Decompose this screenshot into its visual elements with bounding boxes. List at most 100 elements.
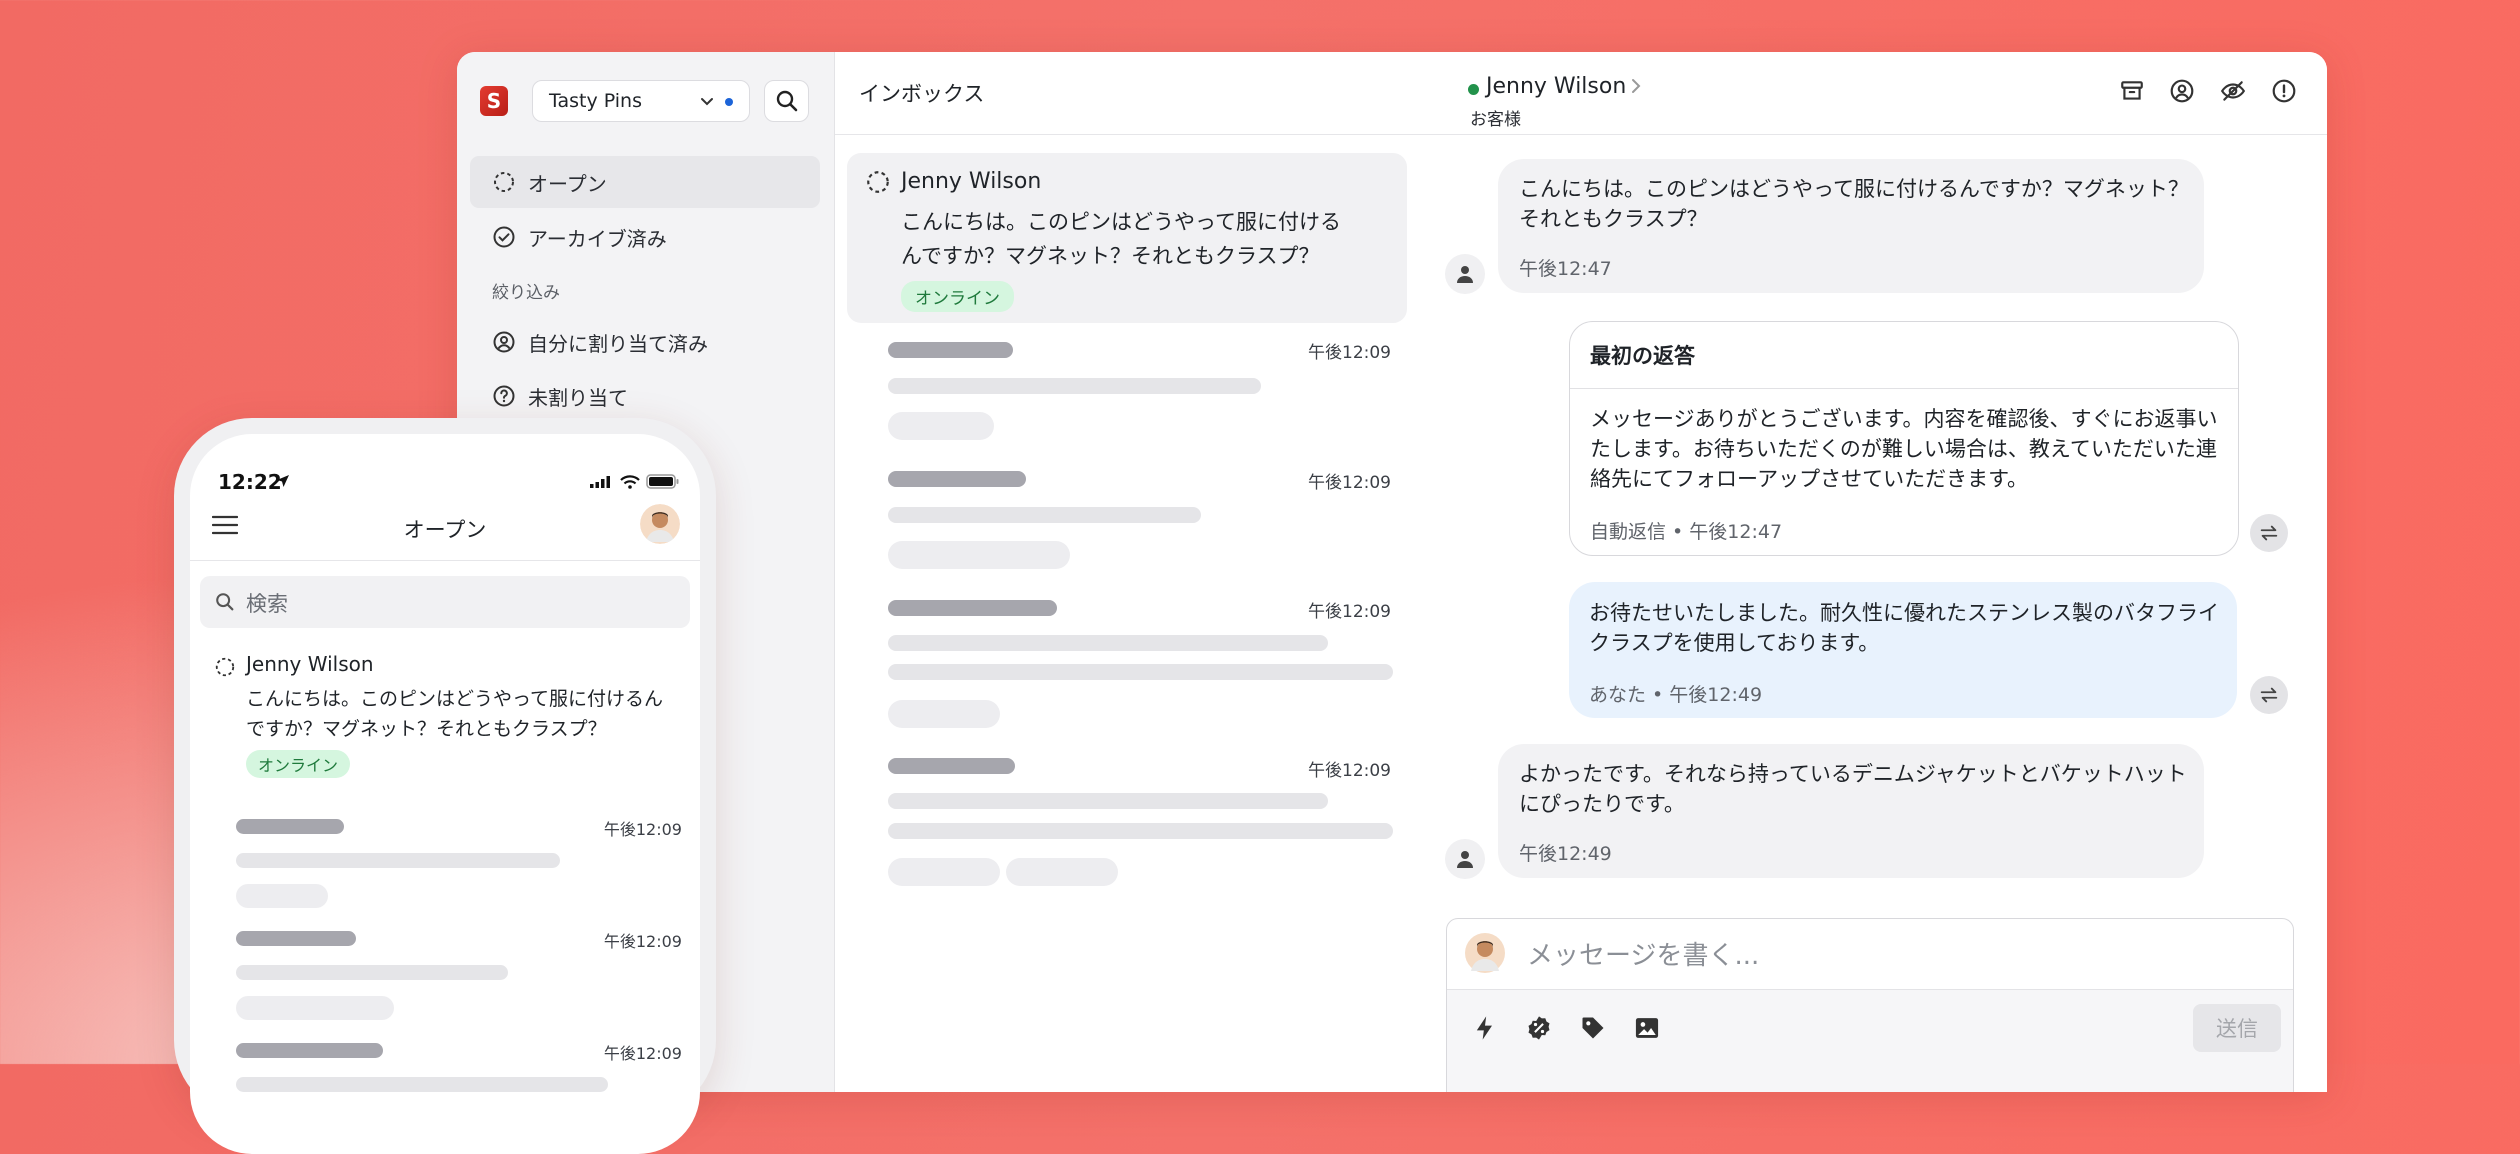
conversation-preview: こんにちは。このピンはどうやって服に付けるんですか？マグネット？それともクラスプ… [901,210,1341,268]
assign-user-icon[interactable] [2169,78,2195,108]
customer-role: お客様 [1470,110,1521,130]
message-time: 午後12:47 [1519,258,1612,280]
avatar[interactable] [640,504,680,544]
sidebar-item-unassigned[interactable]: 未割り当て [470,370,820,422]
filter-heading: 絞り込み [492,283,560,303]
skeleton-bar [888,600,1057,616]
conversation-panel: Jenny Wilson お客様 こんにちは。このピンはどうやって服に付けるんで… [1419,52,2327,1092]
sidebar-item-archived[interactable]: アーカイブ済み [470,211,820,263]
composer-toolbar: 送信 [1447,989,2293,1092]
skeleton-bar [888,793,1328,809]
person-icon [1457,266,1473,283]
skeleton-pill [236,884,328,908]
question-circle-icon [493,385,515,407]
skeleton-pill [888,412,994,440]
skeleton-bar [888,635,1328,651]
conversation-item-active[interactable]: Jenny Wilson こんにちは。このピンはどうやって服に付けるんですか？マ… [847,153,1407,323]
auto-reply-card: 最初の返答 メッセージありがとうございます。内容を確認後、すぐにお返事いたします… [1569,321,2239,556]
message-text: よかったです。それなら持っているデニムジャケットとバケットハットにぴったりです。 [1519,762,2187,816]
shop-selector[interactable]: Tasty Pins [532,80,750,122]
timestamp: 午後12:09 [603,820,682,839]
timestamp: 午後12:09 [1308,602,1391,622]
alert-icon[interactable] [2271,78,2297,108]
timestamp: 午後12:09 [1308,761,1391,781]
message-input[interactable]: メッセージを書く... [1527,935,1759,972]
swap-arrows-icon [2260,687,2278,703]
skeleton-bar [236,965,508,980]
skeleton-bar [236,931,356,946]
conversation-name: Jenny Wilson [246,652,374,676]
message-text: お待たせいたしました。耐久性に優れたステンレス製のバタフライクラスプを使用してお… [1589,601,2219,655]
sidebar-item-label: 自分に割り当て済み [528,331,708,356]
conversation-preview: こんにちは。このピンはどうやって服に付けるんですか？マグネット？それともクラスプ… [246,688,664,740]
conversation-header: Jenny Wilson お客様 [1419,52,2327,135]
divider [190,560,700,561]
loading-circle-icon [215,657,235,677]
location-arrow-icon [277,475,289,487]
skeleton-pill [1006,858,1118,886]
customer-avatar [1445,839,1485,879]
status-badge: オンライン [246,750,351,778]
skeleton-bar [888,507,1201,523]
sidebar-item-label: 未割り当て [528,385,628,410]
message-bubble-you: お待たせいたしました。耐久性に優れたステンレス製のバタフライクラスプを使用してお… [1569,582,2237,718]
message-bubble-customer: よかったです。それなら持っているデニムジャケットとバケットハットにぴったりです。… [1498,744,2204,878]
message-meta: あなた • 午後12:49 [1589,684,1763,706]
customer-avatar [1445,254,1485,294]
translate-button[interactable] [2250,514,2288,552]
notification-dot [725,98,733,106]
timestamp: 午後12:09 [1308,343,1391,363]
inbox-title: インボックス [835,52,1419,135]
discount-icon[interactable] [1525,1014,1553,1046]
translate-button[interactable] [2250,676,2288,714]
inbox-panel: インボックス Jenny Wilson こんにちは。このピンはどうやって服に付け… [834,52,1420,1092]
skeleton-bar [236,1043,383,1058]
signal-icon [590,476,610,488]
shop-name: Tasty Pins [549,90,642,112]
online-status-dot [1468,84,1479,95]
conversation-name: Jenny Wilson [901,169,1042,194]
search-placeholder: 検索 [246,592,288,616]
search-icon [216,593,234,611]
desktop-app-window: S Tasty Pins オープン アーカイブ済み 絞り込み 自分に割り当て済み… [457,52,2327,1092]
message-meta: 自動返信 • 午後12:47 [1590,521,1783,543]
lightning-icon[interactable] [1471,1014,1499,1046]
send-button[interactable]: 送信 [2193,1004,2281,1052]
wifi-icon [620,475,640,489]
status-bar-time: 12:22 [218,470,282,494]
skeleton-pill [888,700,1000,728]
auto-reply-title: 最初の返答 [1570,322,2238,389]
chevron-down-icon [699,93,715,113]
sidebar-item-open[interactable]: オープン [470,156,820,208]
message-bubble-customer: こんにちは。このピンはどうやって服に付けるんですか？マグネット？それともクラスプ… [1498,159,2204,293]
image-icon[interactable] [1633,1014,1661,1046]
sidebar-item-assigned-to-me[interactable]: 自分に割り当て済み [470,316,820,368]
archive-icon[interactable] [2119,78,2145,108]
battery-icon [646,474,679,489]
search-input[interactable]: 検索 [200,576,690,628]
hide-icon[interactable] [2220,78,2246,108]
message-text: こんにちは。このピンはどうやって服に付けるんですか？マグネット？それともクラスプ… [1519,177,2189,231]
skeleton-bar [888,664,1393,680]
skeleton-bar [236,1077,608,1092]
skeleton-pill [888,858,1000,886]
sidebar-item-label: オープン [528,171,607,196]
timestamp: 午後12:09 [1308,473,1391,493]
tag-icon[interactable] [1579,1014,1607,1046]
user-circle-icon [493,331,515,353]
skeleton-bar [888,378,1261,394]
page-title: オープン [403,518,487,542]
timestamp: 午後12:09 [603,932,682,951]
skeleton-bar [236,819,344,834]
loading-circle-icon [494,172,514,192]
customer-name[interactable]: Jenny Wilson [1486,74,1626,99]
phone-screen: 12:22 オープン 検索 Jenny Wilson こんにちは。このピンはどう… [190,434,700,1154]
search-icon [776,90,797,112]
skeleton-bar [888,471,1026,487]
swap-arrows-icon [2260,525,2278,541]
chevron-right-icon[interactable] [1627,77,1645,99]
check-circle-icon [493,226,515,248]
shop-logo: S [480,86,508,116]
skeleton-bar [888,342,1013,358]
search-button[interactable] [764,80,809,122]
